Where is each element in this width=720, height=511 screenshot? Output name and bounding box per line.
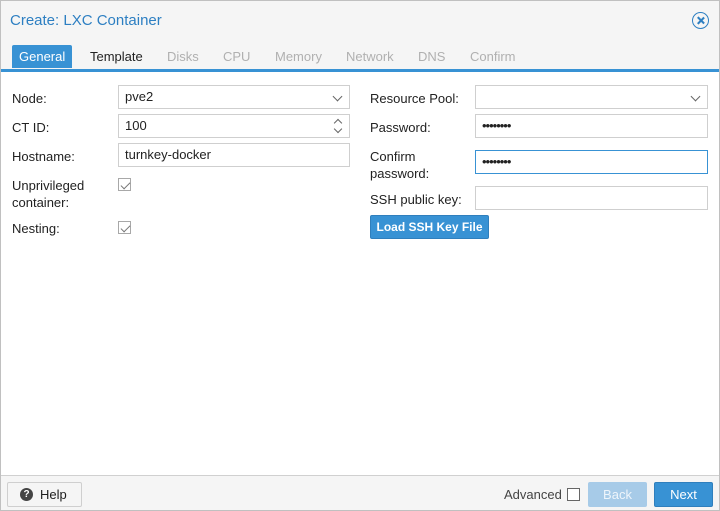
- node-label: Node:: [12, 91, 47, 106]
- chevron-down-icon[interactable]: [332, 91, 343, 102]
- tab-confirm: Confirm: [470, 49, 516, 64]
- advanced-checkbox[interactable]: [567, 488, 580, 501]
- help-label: Help: [40, 487, 67, 502]
- tab-dns: DNS: [418, 49, 446, 64]
- tab-memory: Memory: [275, 49, 322, 64]
- spin-down-icon[interactable]: [333, 124, 343, 134]
- confirm-password-label-line1: Confirm: [370, 149, 416, 164]
- ssh-key-label: SSH public key:: [370, 192, 462, 207]
- confirm-password-value: ••••••••: [482, 154, 511, 169]
- back-button[interactable]: Back: [588, 482, 647, 507]
- confirm-password-input[interactable]: ••••••••: [475, 150, 708, 174]
- resource-pool-label: Resource Pool:: [370, 91, 459, 106]
- tab-general[interactable]: General: [12, 45, 73, 68]
- password-label: Password:: [370, 120, 431, 135]
- hostname-input[interactable]: turnkey-docker: [118, 143, 350, 167]
- ctid-spinner[interactable]: 100: [118, 114, 350, 138]
- load-ssh-key-button[interactable]: Load SSH Key File: [370, 215, 489, 239]
- node-value: pve2: [125, 89, 154, 104]
- node-select[interactable]: pve2: [118, 85, 350, 109]
- close-icon[interactable]: [692, 12, 709, 29]
- question-icon: ?: [20, 488, 33, 501]
- ssh-key-input[interactable]: [475, 186, 708, 210]
- ctid-label: CT ID:: [12, 120, 50, 135]
- dialog-title: Create: LXC Container: [10, 12, 162, 29]
- unprivileged-label-line1: Unprivileged: [12, 178, 85, 193]
- password-input[interactable]: ••••••••: [475, 114, 708, 138]
- hostname-label: Hostname:: [12, 149, 75, 164]
- wizard-tabs: General Template Disks CPU Memory Networ…: [1, 40, 719, 72]
- nesting-label: Nesting:: [12, 221, 60, 236]
- password-value: ••••••••: [482, 118, 511, 133]
- tab-network: Network: [346, 49, 394, 64]
- hostname-value: turnkey-docker: [125, 147, 211, 162]
- chevron-down-icon[interactable]: [690, 91, 701, 102]
- tab-disks: Disks: [167, 49, 199, 64]
- dialog-titlebar: Create: LXC Container: [1, 1, 719, 40]
- resource-pool-select[interactable]: [475, 85, 708, 109]
- confirm-password-label-line2: password:: [370, 166, 430, 181]
- tab-cpu: CPU: [223, 49, 251, 64]
- nesting-checkbox[interactable]: [118, 221, 131, 234]
- next-button[interactable]: Next: [654, 482, 713, 507]
- unprivileged-checkbox[interactable]: [118, 178, 131, 191]
- advanced-label: Advanced: [504, 487, 562, 502]
- unprivileged-label-line2: container:: [12, 195, 70, 210]
- help-button[interactable]: ? Help: [7, 482, 82, 507]
- tab-template[interactable]: Template: [83, 45, 150, 68]
- lxc-create-dialog: Create: LXC Container General Template D…: [0, 0, 720, 511]
- dialog-footer: ? Help Advanced Back Next: [1, 475, 719, 510]
- general-panel: Node: pve2 CT ID: 100 Hostname: turnkey-…: [1, 72, 719, 475]
- ctid-value: 100: [125, 118, 147, 133]
